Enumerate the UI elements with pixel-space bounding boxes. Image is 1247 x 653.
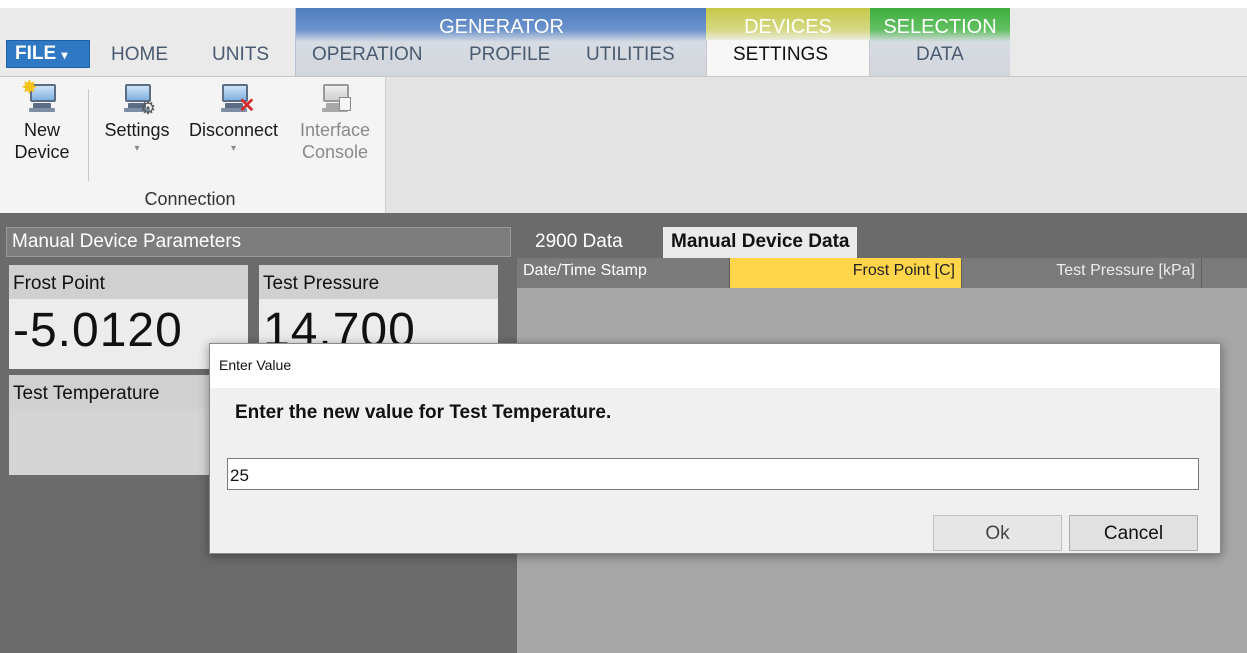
disconnect-label: Disconnect bbox=[188, 120, 279, 140]
tab-operation[interactable]: OPERATION bbox=[312, 44, 423, 66]
new-device-label-line2: Device bbox=[14, 142, 70, 162]
connection-group: ✸ New Device ⚙ Settings ▾ ✕ Disconnect ▾… bbox=[0, 77, 386, 214]
column-header-date-time[interactable]: Date/Time Stamp bbox=[517, 258, 730, 288]
chevron-down-icon: ▾ bbox=[61, 48, 68, 62]
column-header-frost-point[interactable]: Frost Point [C] bbox=[730, 258, 962, 288]
interface-console-label-line2: Console bbox=[301, 142, 369, 162]
settings-label: Settings bbox=[104, 120, 170, 140]
generator-group-title: GENERATOR bbox=[439, 16, 564, 38]
tab-2900-data[interactable]: 2900 Data bbox=[527, 227, 631, 258]
tab-band-right bbox=[1010, 8, 1247, 76]
tab-home[interactable]: HOME bbox=[111, 44, 168, 66]
disconnect-button[interactable]: ✕ Disconnect ▾ bbox=[179, 81, 288, 157]
tab-data[interactable]: DATA bbox=[916, 44, 964, 66]
ribbon-separator bbox=[88, 89, 89, 181]
panel-title: Manual Device Parameters bbox=[6, 227, 511, 257]
dialog-prompt: Enter the new value for Test Temperature… bbox=[235, 402, 612, 423]
disconnect-device-icon: ✕ bbox=[217, 81, 255, 117]
test-pressure-label: Test Pressure bbox=[259, 265, 498, 299]
selection-group-title: SELECTION bbox=[883, 16, 997, 38]
frost-point-value: -5.0120 bbox=[13, 304, 183, 357]
tab-utilities[interactable]: UTILITIES bbox=[586, 44, 675, 66]
dialog-title: Enter Value bbox=[210, 344, 1220, 388]
connection-group-label: Connection bbox=[144, 189, 236, 209]
new-device-icon: ✸ bbox=[21, 77, 59, 115]
tab-profile[interactable]: PROFILE bbox=[469, 44, 550, 66]
column-header-test-pressure[interactable]: Test Pressure [kPa] bbox=[962, 258, 1202, 288]
file-label: FILE bbox=[15, 43, 57, 64]
chevron-down-icon: ▾ bbox=[134, 143, 140, 154]
value-input[interactable] bbox=[227, 458, 1199, 490]
tab-settings[interactable]: SETTINGS bbox=[733, 44, 828, 66]
ok-button[interactable]: Ok bbox=[933, 515, 1062, 551]
interface-console-label-line1: Interface bbox=[299, 120, 371, 140]
enter-value-dialog: Enter Value Enter the new value for Test… bbox=[209, 343, 1221, 554]
frost-point-label: Frost Point bbox=[9, 265, 248, 299]
settings-button[interactable]: ⚙ Settings ▾ bbox=[95, 81, 179, 157]
ribbon-body: ✸ New Device ⚙ Settings ▾ ✕ Disconnect ▾… bbox=[0, 76, 1247, 214]
devices-group-title: DEVICES bbox=[744, 16, 832, 38]
data-tab-strip: 2900 Data Manual Device Data bbox=[517, 213, 1247, 258]
new-device-button[interactable]: ✸ New Device bbox=[8, 77, 76, 163]
new-device-label-line1: New bbox=[23, 120, 60, 140]
settings-device-icon: ⚙ bbox=[120, 81, 156, 118]
tab-units[interactable]: UNITS bbox=[212, 44, 269, 66]
cancel-button[interactable]: Cancel bbox=[1069, 515, 1198, 551]
interface-console-button[interactable]: Interface Console bbox=[290, 81, 380, 163]
tab-manual-device-data[interactable]: Manual Device Data bbox=[663, 227, 858, 258]
chevron-down-icon: ▾ bbox=[230, 143, 237, 154]
ribbon-tab-bar: GENERATOR DEVICES SELECTION FILE ▾ HOME … bbox=[0, 0, 1247, 76]
file-menu-button[interactable]: FILE ▾ bbox=[6, 40, 90, 68]
interface-console-icon bbox=[318, 81, 352, 115]
data-grid-header: Date/Time Stamp Frost Point [C] Test Pre… bbox=[517, 258, 1247, 288]
